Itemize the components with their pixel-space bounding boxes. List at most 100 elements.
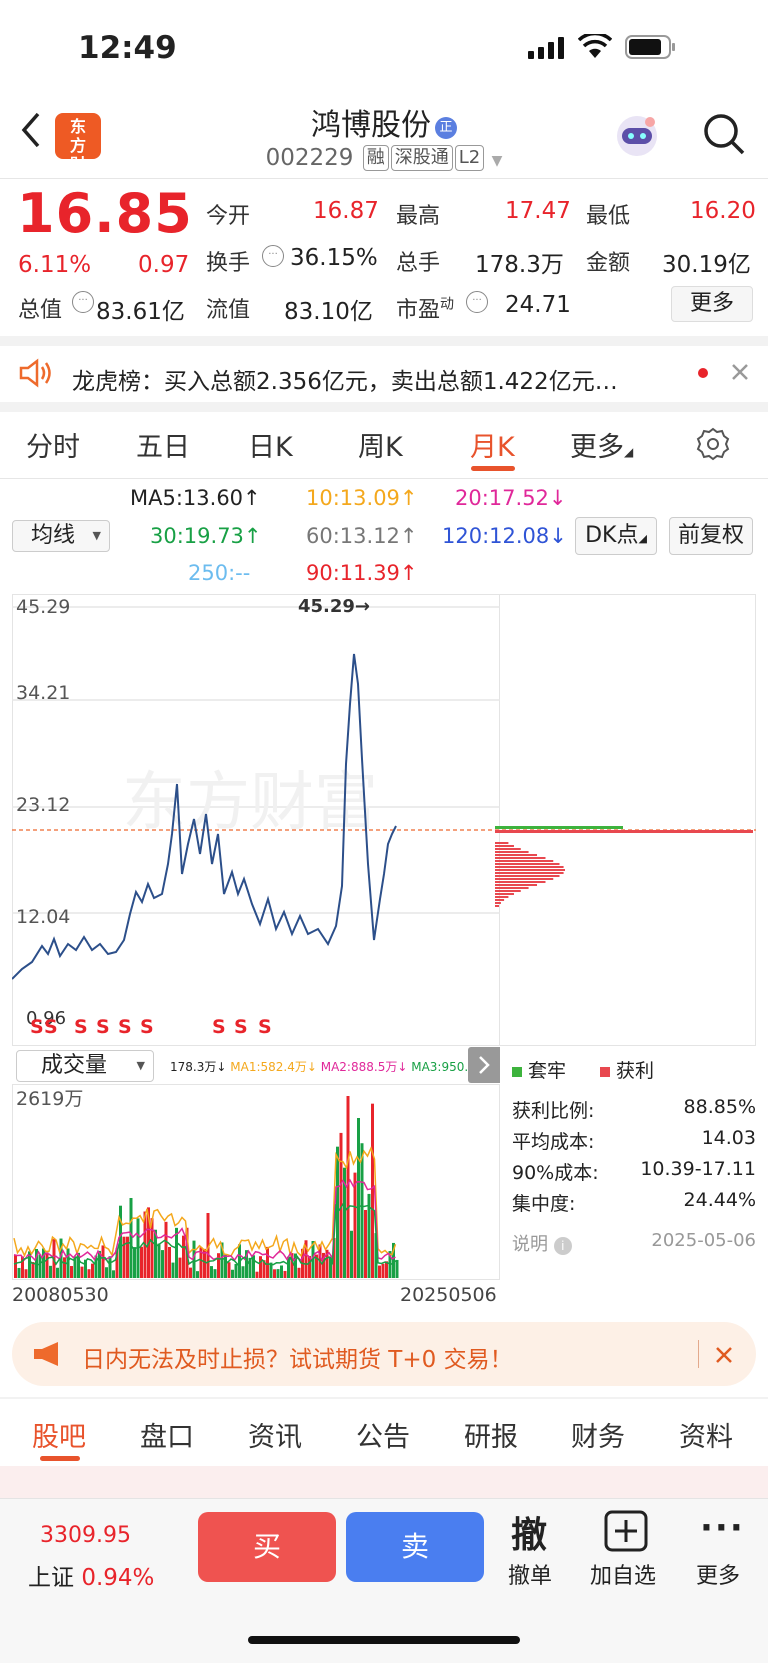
- chip-bar-profit: [495, 830, 753, 833]
- volume-bar: [80, 1266, 84, 1278]
- chip-bar-profit: [495, 869, 565, 871]
- tag-l2: L2: [454, 145, 485, 171]
- volume-bar: [213, 1269, 217, 1278]
- more-quote-button[interactable]: 更多: [671, 286, 753, 322]
- last-price: 16.85: [17, 182, 193, 245]
- volume-bar: [31, 1262, 35, 1278]
- quote-label: 流值: [206, 298, 251, 323]
- quote-low: 16.20: [690, 198, 756, 224]
- index-value[interactable]: 3309.95: [40, 1523, 131, 1548]
- volume-bar: [353, 1172, 357, 1278]
- volume-bar: [297, 1267, 301, 1278]
- volume-bar: [87, 1269, 91, 1278]
- tab-more[interactable]: 更多◢: [570, 425, 633, 464]
- cancel-order-label[interactable]: 撤单: [508, 1558, 552, 1590]
- adjust-button[interactable]: 前复权: [669, 517, 753, 555]
- divider: [0, 478, 768, 479]
- tab-order-book[interactable]: 盘口: [140, 1415, 194, 1454]
- more-label[interactable]: 更多: [696, 1558, 740, 1590]
- price-chart[interactable]: 东方财富: [12, 594, 756, 1046]
- sell-button[interactable]: 卖: [346, 1512, 484, 1582]
- tab-research[interactable]: 研报: [464, 1415, 518, 1454]
- dk-point-select[interactable]: DK点◢: [575, 517, 657, 555]
- volume-bar: [45, 1252, 49, 1278]
- promo-text[interactable]: 日内无法及时止损？试试期货 T+0 交易！: [82, 1340, 513, 1374]
- quote-volume: 178.3万: [475, 252, 564, 278]
- quote-open: 16.87: [313, 198, 379, 224]
- chip-bar-profit: [495, 857, 546, 859]
- sell-signal-marker: S: [44, 1016, 58, 1038]
- tab-five-day[interactable]: 五日: [136, 425, 190, 464]
- volume-bar: [161, 1250, 164, 1278]
- search-icon[interactable]: [702, 112, 746, 160]
- ma250-value: 250:--: [188, 561, 251, 585]
- divider: [0, 1397, 768, 1399]
- sell-signal-marker: S: [212, 1016, 226, 1038]
- tab-finance[interactable]: 财务: [571, 1415, 625, 1454]
- buy-button[interactable]: 买: [198, 1512, 336, 1582]
- volume-indicator-select[interactable]: 成交量 ▼: [16, 1050, 154, 1082]
- info-icon[interactable]: ···: [72, 291, 94, 313]
- add-watchlist-label[interactable]: 加自选: [590, 1558, 656, 1590]
- sell-signal-marker: S: [96, 1016, 110, 1038]
- volume-bar: [241, 1266, 245, 1278]
- wifi-icon: [577, 31, 613, 64]
- close-icon[interactable]: [730, 362, 750, 386]
- volume-max-label: 2619万: [16, 1088, 84, 1110]
- settings-icon[interactable]: [696, 427, 730, 465]
- close-icon[interactable]: [714, 1345, 734, 1369]
- battery-icon: [625, 35, 675, 59]
- volume-bar: [164, 1221, 168, 1278]
- tab-profile[interactable]: 资料: [679, 1415, 733, 1454]
- add-watchlist-icon[interactable]: [604, 1510, 648, 1556]
- tab-intraday[interactable]: 分时: [26, 425, 80, 464]
- x-start-label: 20080530: [12, 1284, 109, 1306]
- volume-bar: [182, 1235, 185, 1278]
- quote-pe: 24.71: [505, 292, 571, 318]
- quote-label: 最高: [396, 204, 441, 229]
- quote-turnover: 36.15%: [290, 245, 378, 271]
- volume-bar: [371, 1103, 374, 1278]
- chip-bar-profit: [495, 896, 509, 898]
- speaker-icon: [18, 358, 54, 392]
- cancel-order-icon[interactable]: 撤: [511, 1506, 547, 1558]
- chip-date: 2025-05-06: [651, 1230, 756, 1251]
- ma90-value: 90:11.39↑: [306, 561, 418, 585]
- volume-bar: [266, 1246, 269, 1278]
- quote-label: 市盈动: [396, 296, 455, 323]
- volume-bar: [24, 1269, 28, 1278]
- chip-bar-lock: [495, 826, 623, 829]
- megaphone-icon: [32, 1340, 64, 1372]
- tab-daily-k[interactable]: 日K: [248, 425, 293, 464]
- chip-stat-label: 集中度:: [512, 1193, 576, 1215]
- signal-icon: [528, 37, 566, 61]
- volume-bar: [14, 1254, 17, 1278]
- expand-arrow-icon[interactable]: [468, 1047, 500, 1083]
- chip-bar-profit: [495, 887, 529, 889]
- chip-bar-profit: [495, 875, 560, 877]
- more-dots-icon[interactable]: ···: [700, 1508, 745, 1548]
- ma5-value: MA5:13.60↑: [130, 486, 261, 510]
- info-icon[interactable]: ···: [466, 291, 488, 313]
- sell-signal-marker: S: [30, 1016, 44, 1038]
- divider: [0, 402, 768, 412]
- tab-forum[interactable]: 股吧: [32, 1415, 86, 1454]
- tab-weekly-k[interactable]: 周K: [358, 425, 403, 464]
- tab-news[interactable]: 资讯: [248, 1415, 302, 1454]
- volume-bar: [178, 1257, 182, 1278]
- indicator-select[interactable]: 均线 ▼: [12, 520, 110, 552]
- info-icon[interactable]: ···: [262, 245, 284, 267]
- index-row[interactable]: 上证 0.94%: [28, 1558, 154, 1592]
- volume-bar: [231, 1269, 234, 1278]
- volume-bar: [196, 1271, 199, 1278]
- volume-bar: [171, 1262, 175, 1278]
- volume-bar: [157, 1243, 161, 1278]
- notice-text[interactable]: 龙虎榜：买入总额2.356亿元，卖出总额1.422亿元…: [72, 362, 677, 396]
- volume-bar: [38, 1254, 42, 1278]
- sell-signal-marker: S: [118, 1016, 132, 1038]
- tab-announcement[interactable]: 公告: [356, 1415, 410, 1454]
- chip-note-link[interactable]: 说明 i: [512, 1230, 572, 1256]
- volume-chart[interactable]: [12, 1084, 500, 1280]
- tab-monthly-k[interactable]: 月K: [470, 425, 515, 464]
- robot-avatar-icon[interactable]: [612, 110, 662, 160]
